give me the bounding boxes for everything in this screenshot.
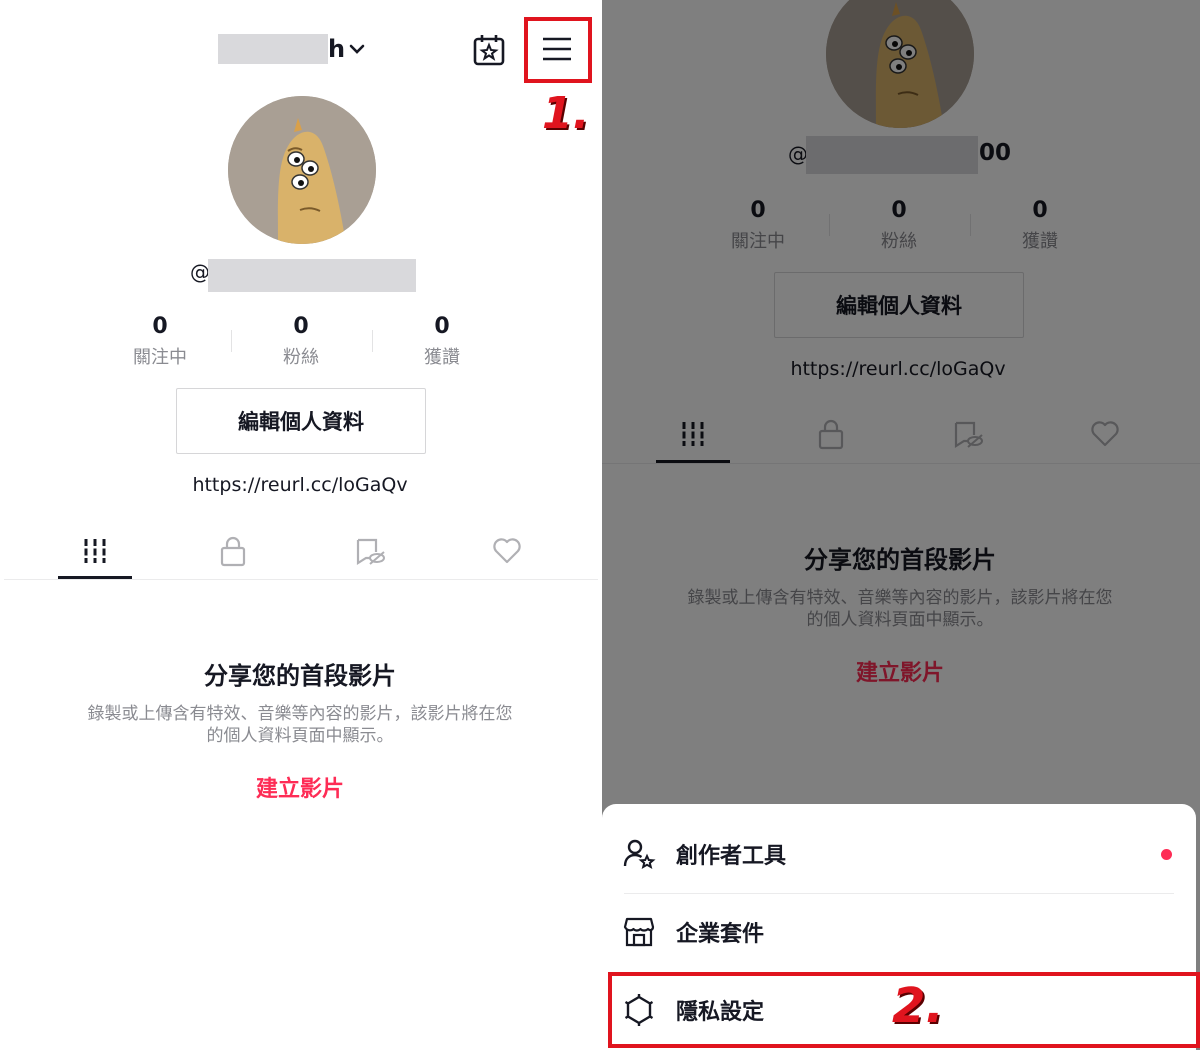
avatar[interactable] <box>228 96 376 244</box>
create-video-link[interactable]: 建立影片 <box>0 771 600 803</box>
username-text: h <box>328 35 346 63</box>
edit-profile-button: 編輯個人資料 <box>774 272 1024 338</box>
handle-prefix: @ <box>190 260 210 284</box>
tab-videos[interactable] <box>58 531 132 571</box>
account-switcher[interactable]: h <box>328 34 366 64</box>
edit-profile-button[interactable]: 編輯個人資料 <box>176 388 426 454</box>
empty-state-title: 分享您的首段影片 <box>804 546 996 574</box>
menu-item-creator-tools[interactable]: 創作者工具 <box>622 824 1172 884</box>
create-video-link: 建立影片 <box>855 661 944 686</box>
menu-item-business-suite[interactable]: 企業套件 <box>622 902 1172 962</box>
annotation-highlight-menu <box>524 17 592 83</box>
followers-count: 0 <box>891 198 907 223</box>
empty-state-desc-line1: 錄製或上傳含有特效、音樂等內容的影片，該影片將在您 <box>87 704 513 724</box>
tab-liked <box>1068 414 1142 454</box>
creator-tools-icon <box>623 839 656 870</box>
stat-divider <box>970 214 971 236</box>
empty-state-desc-line2: 的個人資料頁面中顯示。 <box>806 610 994 630</box>
likes-label: 獲讚 <box>424 347 460 368</box>
tab-private <box>794 414 868 454</box>
stat-divider <box>372 330 373 352</box>
heart-icon <box>493 538 521 564</box>
chevron-down-icon <box>349 44 365 54</box>
menu-label-creator-tools: 創作者工具 <box>676 844 787 869</box>
tab-private[interactable] <box>196 531 270 571</box>
empty-state-title: 分享您的首段影片 <box>204 662 396 690</box>
following-count: 0 <box>750 198 766 223</box>
heart-icon <box>1091 421 1119 447</box>
menu-divider <box>624 893 1174 894</box>
grid-videos-icon <box>84 539 106 563</box>
handle-suffix: 00 <box>979 140 1012 166</box>
profile-screen-with-menu: @ 00 0 關注中 0 粉絲 0 獲讚 編輯個人資料 https://reur… <box>602 0 1200 1050</box>
following-label: 關注中 <box>731 231 785 252</box>
likes-count: 0 <box>434 314 450 339</box>
handle-blurred <box>806 136 978 174</box>
annotation-step-2: 2. <box>892 978 944 1034</box>
avatar-character-illustration <box>826 0 974 128</box>
tab-hidden-tags <box>931 414 1005 454</box>
hidden-tag-icon <box>356 538 385 565</box>
menu-label-business-suite: 企業套件 <box>676 922 765 947</box>
empty-state-desc-line2: 的個人資料頁面中顯示。 <box>206 726 394 746</box>
empty-state-desc-line1: 錄製或上傳含有特效、音樂等內容的影片，該影片將在您 <box>687 588 1113 608</box>
username-blurred <box>218 34 328 64</box>
stat-divider <box>829 214 830 236</box>
followers-count: 0 <box>293 314 309 339</box>
tab-videos <box>656 414 730 454</box>
annotation-step-1: 1. <box>542 88 590 139</box>
hidden-tag-icon <box>954 421 983 448</box>
likes-label: 獲讚 <box>1022 231 1058 252</box>
followers-label: 粉絲 <box>283 347 319 368</box>
likes-count: 0 <box>1032 198 1048 223</box>
lock-icon <box>220 536 246 567</box>
tab-liked[interactable] <box>470 531 544 571</box>
avatar <box>826 0 974 128</box>
handle-prefix: @ <box>788 142 808 166</box>
tab-hidden-tags[interactable] <box>333 531 407 571</box>
tabs-divider <box>602 463 1200 464</box>
bio-link[interactable]: https://reurl.cc/loGaQv <box>100 474 500 496</box>
following-label: 關注中 <box>133 347 187 368</box>
bio-link: https://reurl.cc/loGaQv <box>790 358 1006 380</box>
lock-icon <box>818 419 844 450</box>
stat-divider <box>231 330 232 352</box>
following-count: 0 <box>152 314 168 339</box>
calendar-star-icon[interactable] <box>472 33 506 67</box>
storefront-icon <box>623 917 655 947</box>
profile-screen: h @ 0 關注中 0 粉絲 0 獲讚 編輯個人資料 https://reurl… <box>0 0 600 1050</box>
handle-blurred <box>208 259 416 292</box>
tabs-divider <box>4 579 598 580</box>
grid-videos-icon <box>682 422 704 446</box>
notification-dot <box>1161 848 1172 860</box>
followers-label: 粉絲 <box>881 231 917 252</box>
avatar-character-illustration <box>228 96 376 244</box>
